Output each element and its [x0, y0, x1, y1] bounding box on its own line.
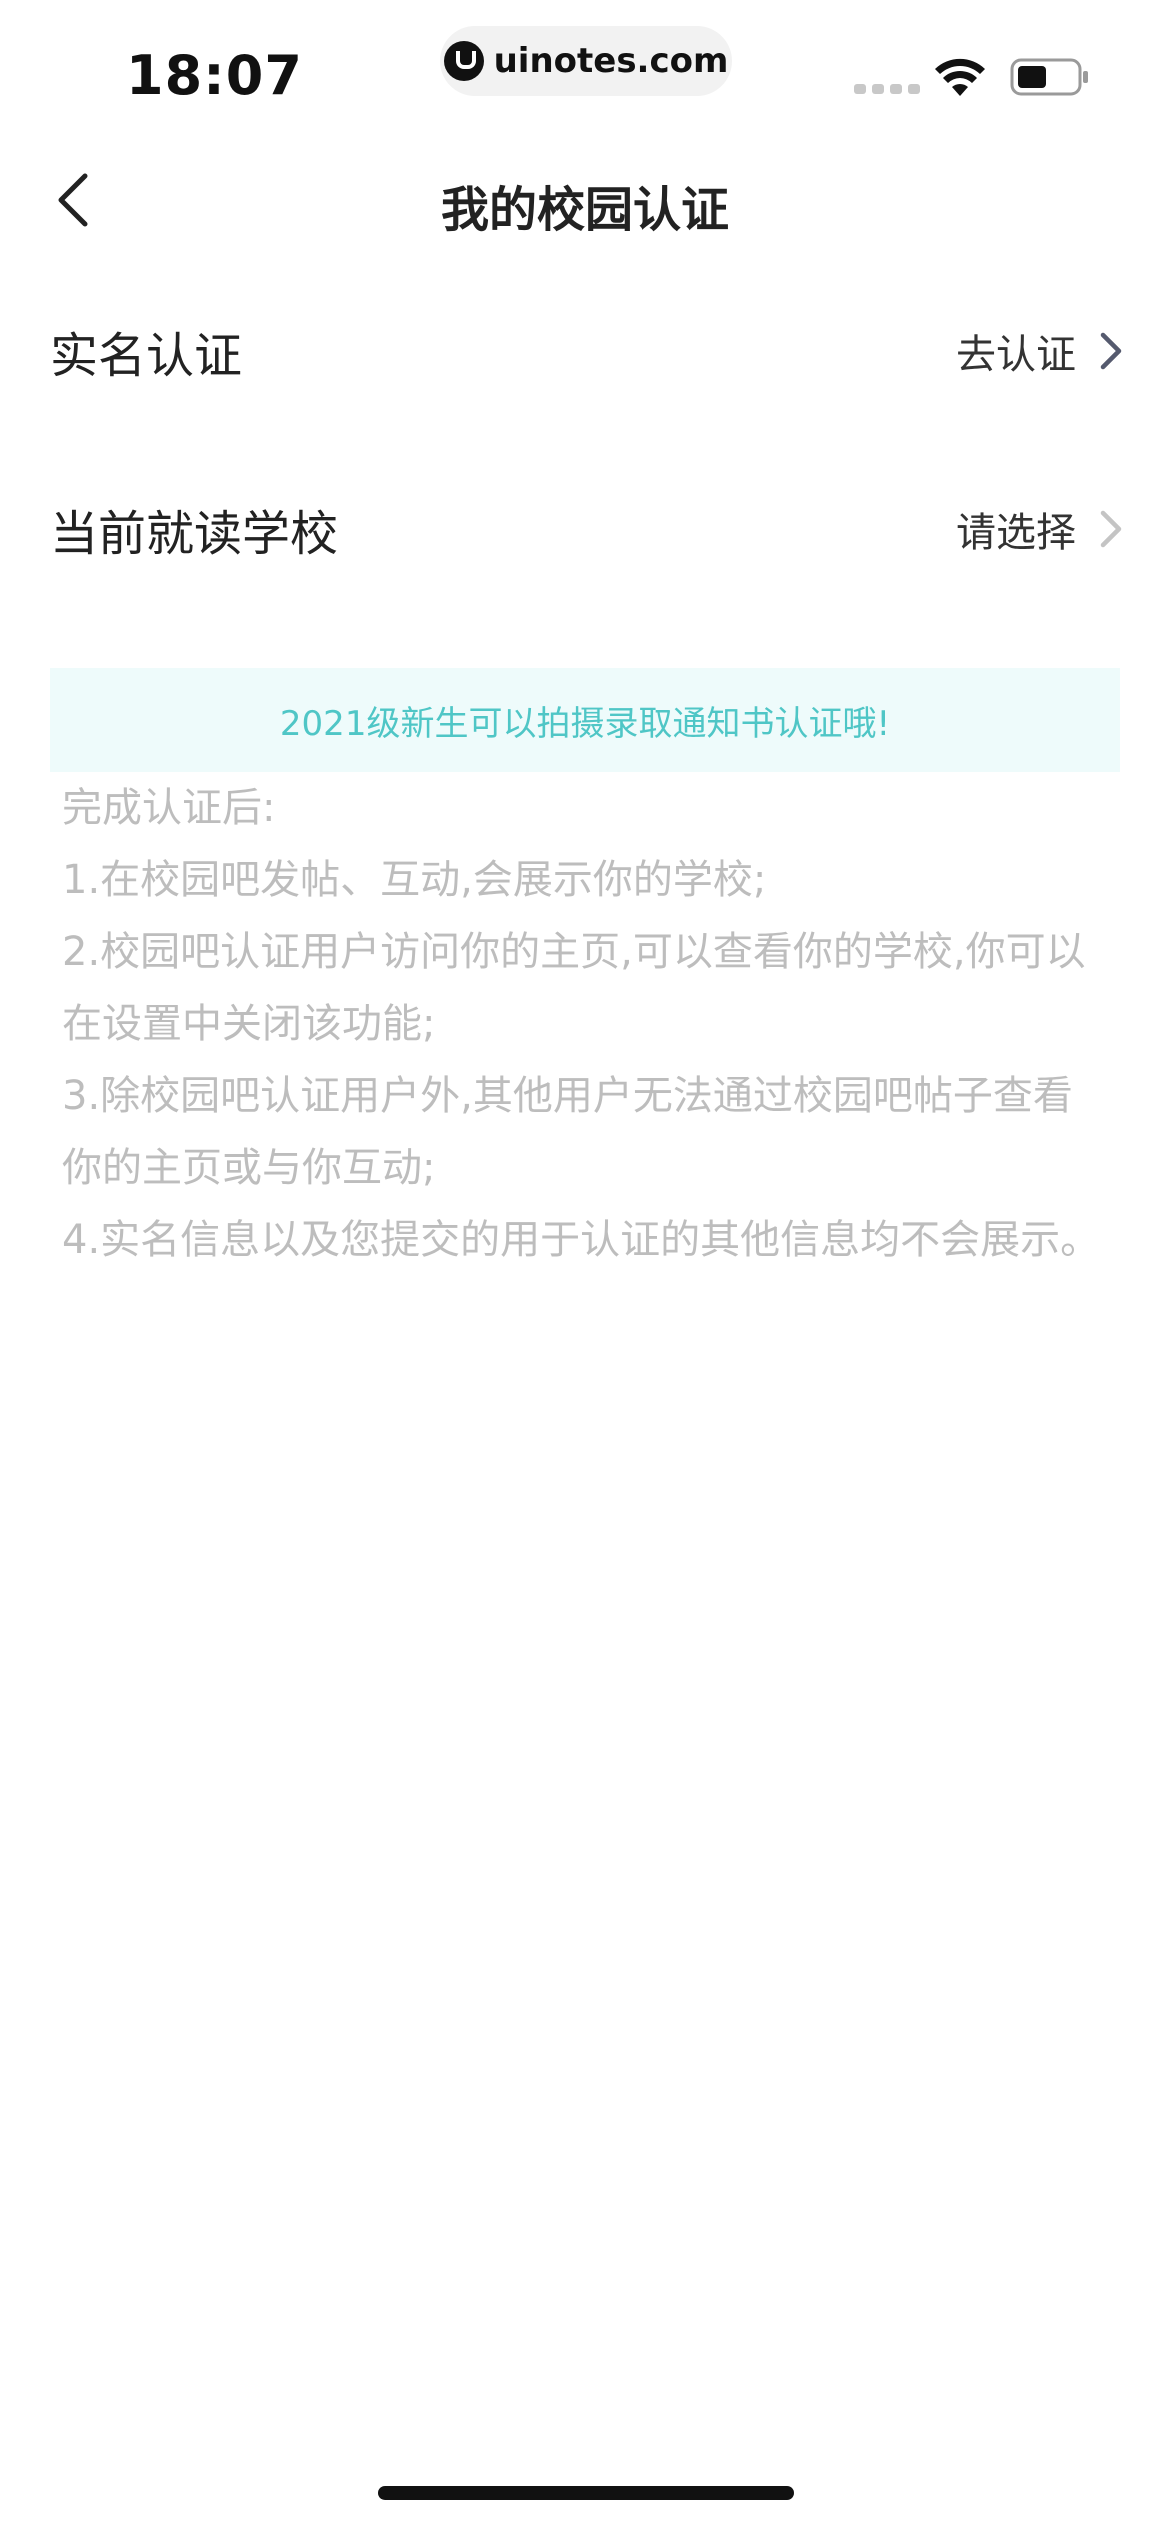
info-item: 1.在校园吧发帖、互动,会展示你的学校; [62, 857, 767, 903]
tip-text: 2021级新生可以拍摄录取通知书认证哦! [279, 703, 891, 744]
navigation-bar: 我的校园认证 [0, 140, 1170, 260]
go-verify-text: 去认证 [956, 332, 1076, 378]
wifi-icon [935, 58, 985, 96]
url-pill: uinotes.com [440, 26, 732, 96]
real-name-label: 实名认证 [50, 328, 243, 384]
battery-icon [1010, 58, 1088, 96]
select-school-text: 请选择 [956, 510, 1076, 556]
current-school-row[interactable]: 当前就读学校 请选择 [0, 454, 1170, 604]
verification-info: 完成认证后: 1.在校园吧发帖、互动,会展示你的学校; 2.校园吧认证用户访问你… [62, 772, 1102, 1276]
page-title: 我的校园认证 [440, 182, 729, 238]
freshman-tip-banner: 2021级新生可以拍摄录取通知书认证哦! [50, 668, 1120, 772]
status-time: 18:07 [126, 44, 303, 107]
info-item: 2.校园吧认证用户访问你的主页,可以查看你的学校,你可以在设置中关闭该功能; [62, 929, 1086, 1047]
go-verify-action[interactable]: 去认证 [956, 322, 1124, 380]
url-text: uinotes.com [493, 41, 729, 81]
site-logo-icon [443, 41, 484, 81]
cellular-signal-icon [854, 84, 920, 94]
chevron-right-icon [1100, 332, 1122, 370]
real-name-verification-row[interactable]: 实名认证 去认证 [0, 276, 1170, 426]
home-indicator [378, 2486, 794, 2500]
info-heading: 完成认证后: [62, 785, 276, 831]
campus-verification-screen: 18:07 uinotes.com 我的校园认证 实名认证 去认证 当前就读学校… [0, 0, 1170, 2532]
chevron-right-icon [1100, 510, 1122, 548]
current-school-label: 当前就读学校 [50, 506, 339, 562]
select-school-action[interactable]: 请选择 [956, 500, 1124, 558]
info-item: 3.除校园吧认证用户外,其他用户无法通过校园吧帖子查看你的主页或与你互动; [62, 1073, 1073, 1191]
status-bar: 18:07 uinotes.com [0, 0, 1170, 140]
info-item: 4.实名信息以及您提交的用于认证的其他信息均不会展示。 [62, 1217, 1101, 1263]
